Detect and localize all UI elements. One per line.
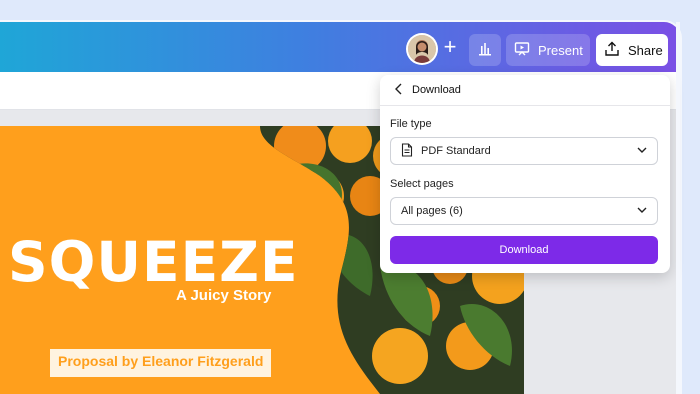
download-panel-title: Download [412, 84, 461, 96]
chevron-down-icon [637, 145, 647, 157]
file-type-value: PDF Standard [421, 145, 491, 157]
slide-title: SQUEEZE [8, 230, 299, 294]
slide-proposal: Proposal by Eleanor Fitzgerald [50, 349, 272, 377]
present-icon [514, 41, 530, 60]
share-label: Share [628, 42, 663, 58]
present-button[interactable]: Present [506, 34, 590, 66]
upload-share-icon [604, 41, 620, 60]
top-bar: + Present Share [0, 22, 680, 72]
avatar[interactable] [406, 33, 438, 65]
chevron-down-icon [637, 205, 647, 217]
select-pages-label: Select pages [390, 178, 454, 190]
chevron-left-icon[interactable] [394, 83, 404, 98]
user-avatar [408, 35, 436, 63]
share-button[interactable]: Share [596, 34, 668, 66]
download-button[interactable]: Download [390, 236, 658, 264]
divider [380, 105, 670, 106]
document-icon [401, 142, 413, 160]
pages-select[interactable]: All pages (6) [390, 197, 658, 225]
add-collaborator-button[interactable]: + [438, 35, 462, 61]
download-panel-header: Download [380, 75, 670, 105]
file-type-label: File type [390, 118, 432, 130]
download-panel: Download File type PDF Standard Select p… [380, 75, 670, 273]
slide-subtitle: A Juicy Story [176, 287, 272, 304]
present-label: Present [538, 42, 583, 58]
file-type-select[interactable]: PDF Standard [390, 137, 658, 165]
pages-value: All pages (6) [401, 205, 463, 217]
insights-button[interactable] [469, 34, 501, 66]
bar-chart-icon [477, 40, 493, 61]
window-edge [676, 22, 680, 394]
